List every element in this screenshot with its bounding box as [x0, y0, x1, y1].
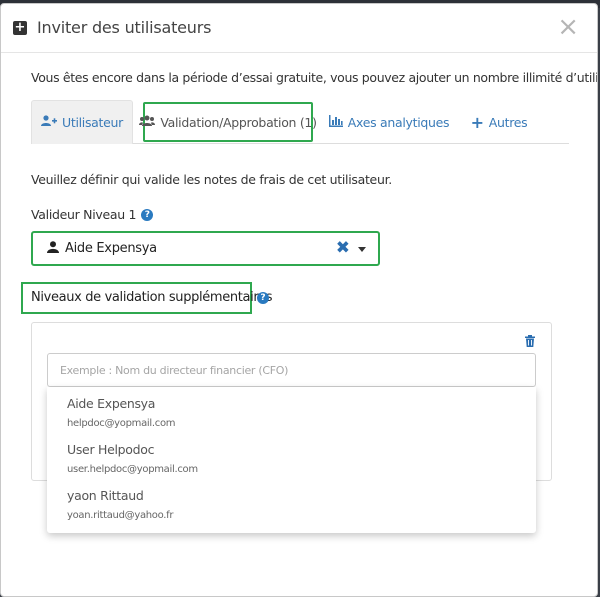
level1-approver-select[interactable]: Aide Expensya ✖ — [31, 231, 380, 266]
user-plus-icon — [41, 115, 57, 130]
trash-icon[interactable] — [525, 335, 535, 350]
plus-icon: + — [470, 112, 484, 132]
approver-search-input[interactable] — [47, 353, 536, 387]
dropdown-option[interactable]: Aide Expensya helpdoc@yopmail.com — [47, 387, 536, 433]
help-icon[interactable]: ? — [141, 208, 154, 221]
chevron-down-icon[interactable] — [358, 247, 366, 252]
help-icon[interactable]: ? — [257, 292, 269, 304]
option-name: Aide Expensya — [67, 396, 156, 411]
close-button[interactable]: × — [557, 14, 579, 40]
modal-title: Inviter des utilisateurs — [37, 18, 212, 37]
tab-validation[interactable]: Validation/Approbation (1) — [139, 102, 317, 142]
user-icon — [47, 241, 59, 257]
tab-bar: Utilisateur Validation/Approbation (1) A… — [31, 100, 569, 144]
level1-label: Valideur Niveau 1 ? — [31, 207, 154, 222]
additional-levels-label: Niveaux de validation supplémentaires — [21, 282, 273, 314]
trial-notice: Vous êtes encore dans la période d’essai… — [31, 70, 598, 85]
plus-square-icon: + — [13, 20, 27, 35]
tab-utilisateur[interactable]: Utilisateur — [31, 100, 133, 144]
tab-label: Validation/Approbation (1) — [160, 114, 317, 130]
tab-autres[interactable]: + Autres — [467, 100, 531, 144]
approver-dropdown: Aide Expensya helpdoc@yopmail.com User H… — [47, 387, 536, 533]
tab-label: Autres — [488, 114, 528, 130]
dropdown-option[interactable]: yaon Rittaud yoan.rittaud@yahoo.fr — [47, 479, 536, 525]
tab-label: Axes analytiques — [347, 114, 450, 130]
option-email: yoan.rittaud@yahoo.fr — [67, 510, 174, 521]
level1-selected-value: Aide Expensya — [65, 241, 157, 256]
bar-chart-icon — [328, 114, 343, 130]
level1-label-text: Valideur Niveau 1 — [31, 207, 137, 222]
invite-users-modal: + Inviter des utilisateurs × Vous êtes e… — [0, 3, 598, 597]
option-email: user.helpdoc@yopmail.com — [67, 464, 198, 475]
tab-label: Utilisateur — [62, 115, 123, 130]
modal-header: + Inviter des utilisateurs × — [1, 4, 597, 53]
dropdown-option[interactable]: User Helpodoc user.helpdoc@yopmail.com — [47, 433, 536, 479]
option-name: User Helpodoc — [67, 442, 155, 457]
validation-description: Veuillez définir qui valide les notes de… — [31, 172, 392, 187]
option-email: helpdoc@yopmail.com — [67, 418, 176, 429]
tab-axes[interactable]: Axes analytiques — [328, 100, 450, 144]
users-icon — [139, 115, 156, 130]
option-name: yaon Rittaud — [67, 488, 144, 503]
clear-icon[interactable]: ✖ — [336, 238, 350, 258]
